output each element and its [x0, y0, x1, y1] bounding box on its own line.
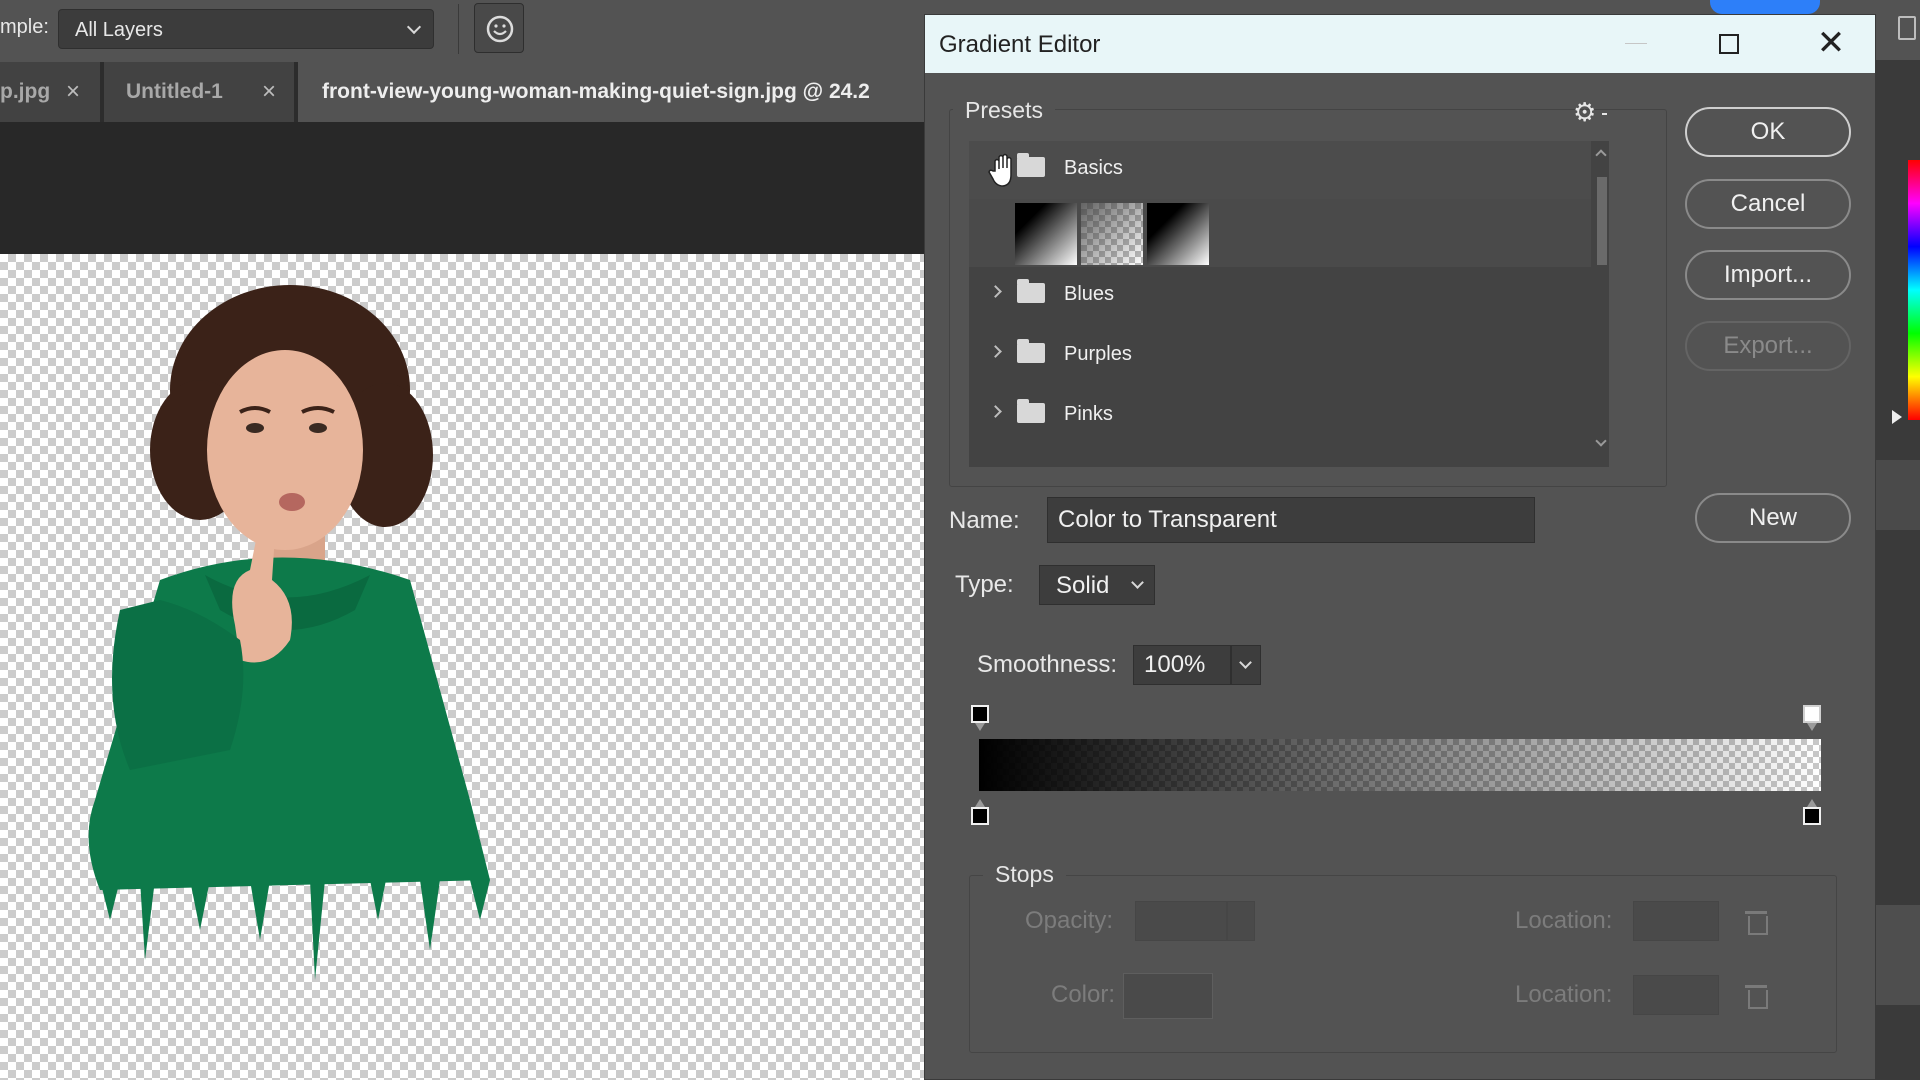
- color-location-label: Location:: [1515, 981, 1613, 1008]
- folder-icon: [1017, 279, 1045, 303]
- gear-icon[interactable]: ⚙: [1573, 97, 1596, 128]
- trash-icon: [1745, 909, 1768, 935]
- scrollbar-thumb[interactable]: [1597, 177, 1607, 265]
- gradient-type-value: Solid: [1056, 572, 1110, 599]
- smoothness-dropdown[interactable]: [1231, 645, 1261, 685]
- opacity-location-input: [1633, 901, 1719, 941]
- gradient-name-input[interactable]: Color to Transparent: [1047, 497, 1535, 543]
- preset-folder-basics[interactable]: Basics: [969, 141, 1591, 199]
- opacity-stop-left[interactable]: [971, 705, 989, 731]
- opacity-dropdown: [1227, 901, 1255, 941]
- stops-label: Stops: [983, 861, 1066, 888]
- canvas-pasteboard: [0, 122, 930, 254]
- tab-document-1[interactable]: p.jpg ×: [0, 62, 100, 122]
- preset-folder-blues[interactable]: Blues: [969, 267, 1591, 325]
- sample-layers-value: All Layers: [75, 19, 163, 41]
- maximize-icon[interactable]: [1719, 34, 1739, 54]
- right-panel-section: [1876, 460, 1920, 530]
- dialog-title: Gradient Editor: [939, 31, 1101, 58]
- share-button[interactable]: [1710, 0, 1820, 14]
- tab-untitled-1[interactable]: Untitled-1 ×: [104, 62, 294, 122]
- sample-label: mple:: [0, 16, 49, 38]
- chevron-right-icon[interactable]: [989, 405, 1002, 418]
- close-icon[interactable]: ×: [262, 78, 276, 106]
- gradient-swatch-foreground-to-transparent[interactable]: [1081, 203, 1143, 265]
- hand-cursor-icon: [988, 153, 1012, 187]
- gradient-editor-dialog: Gradient Editor ✕ Presets ⚙ Basics Blues…: [924, 14, 1876, 1080]
- chevron-down-icon: [1239, 656, 1252, 669]
- opacity-location-label: Location:: [1515, 907, 1613, 934]
- face-icon: [486, 15, 514, 43]
- right-panel-section: [1876, 905, 1920, 1005]
- trash-icon: [1745, 983, 1768, 1009]
- minimize-icon[interactable]: [1625, 43, 1647, 44]
- gradient-swatch-black-to-white[interactable]: [1147, 203, 1209, 265]
- tab-label: p.jpg: [0, 80, 51, 103]
- close-icon[interactable]: ✕: [1811, 23, 1851, 63]
- opacity-input: [1135, 901, 1227, 941]
- color-location-input: [1633, 975, 1719, 1015]
- color-stop-right[interactable]: [1803, 799, 1821, 825]
- woman-photo: [88, 285, 491, 980]
- opacity-stop-right[interactable]: [1803, 705, 1821, 731]
- chevron-down-icon: [1131, 576, 1144, 589]
- close-icon[interactable]: ×: [66, 78, 80, 106]
- import-button[interactable]: Import...: [1685, 250, 1851, 300]
- preset-folder-pinks[interactable]: Pinks: [969, 387, 1591, 445]
- color-label: Color:: [1051, 981, 1116, 1008]
- folder-icon: [1017, 339, 1045, 363]
- color-spectrum-strip[interactable]: [1908, 160, 1920, 420]
- color-stop-left[interactable]: [971, 799, 989, 825]
- smoothness-input[interactable]: 100%: [1133, 645, 1231, 685]
- document-tab-bar: p.jpg × Untitled-1 × front-view-young-wo…: [0, 62, 938, 122]
- sample-layers-select[interactable]: All Layers: [58, 9, 434, 49]
- folder-name: Purples: [1064, 343, 1132, 365]
- basics-swatch-row: [969, 199, 1591, 267]
- preset-list[interactable]: Basics Blues Purples Pinks: [969, 141, 1609, 467]
- face-select-button[interactable]: [474, 3, 524, 53]
- spectrum-slider-icon[interactable]: [1892, 410, 1902, 424]
- panel-toggle-icon[interactable]: [1898, 16, 1916, 40]
- tab-active-document[interactable]: front-view-young-woman-making-quiet-sign…: [298, 62, 938, 122]
- type-label: Type:: [955, 571, 1014, 598]
- tab-label: Untitled-1: [126, 80, 223, 103]
- new-button[interactable]: New: [1695, 493, 1851, 543]
- folder-name: Blues: [1064, 283, 1115, 305]
- ok-button[interactable]: OK: [1685, 107, 1851, 157]
- preset-folder-purples[interactable]: Purples: [969, 327, 1591, 385]
- export-button: Export...: [1685, 321, 1851, 371]
- chevron-right-icon[interactable]: [989, 345, 1002, 358]
- gradient-type-select[interactable]: Solid: [1039, 565, 1155, 605]
- tab-label: front-view-young-woman-making-quiet-sign…: [322, 80, 870, 103]
- smoothness-label: Smoothness:: [977, 651, 1118, 678]
- folder-name: Basics: [1064, 157, 1123, 179]
- folder-icon: [1017, 399, 1045, 423]
- cancel-button[interactable]: Cancel: [1685, 179, 1851, 229]
- color-swatch: [1123, 973, 1213, 1019]
- divider: [458, 4, 459, 54]
- opacity-label: Opacity:: [1025, 907, 1114, 934]
- gradient-preview-bar[interactable]: [979, 739, 1821, 791]
- gear-menu-indicator: [1602, 113, 1607, 115]
- chevron-down-icon: [406, 19, 422, 35]
- gradient-swatch-foreground-to-background[interactable]: [1015, 203, 1077, 265]
- presets-label: Presets: [953, 97, 1055, 124]
- chevron-right-icon[interactable]: [989, 285, 1002, 298]
- dialog-titlebar[interactable]: Gradient Editor ✕: [925, 15, 1875, 73]
- name-label: Name:: [949, 507, 1020, 534]
- folder-name: Pinks: [1064, 403, 1113, 425]
